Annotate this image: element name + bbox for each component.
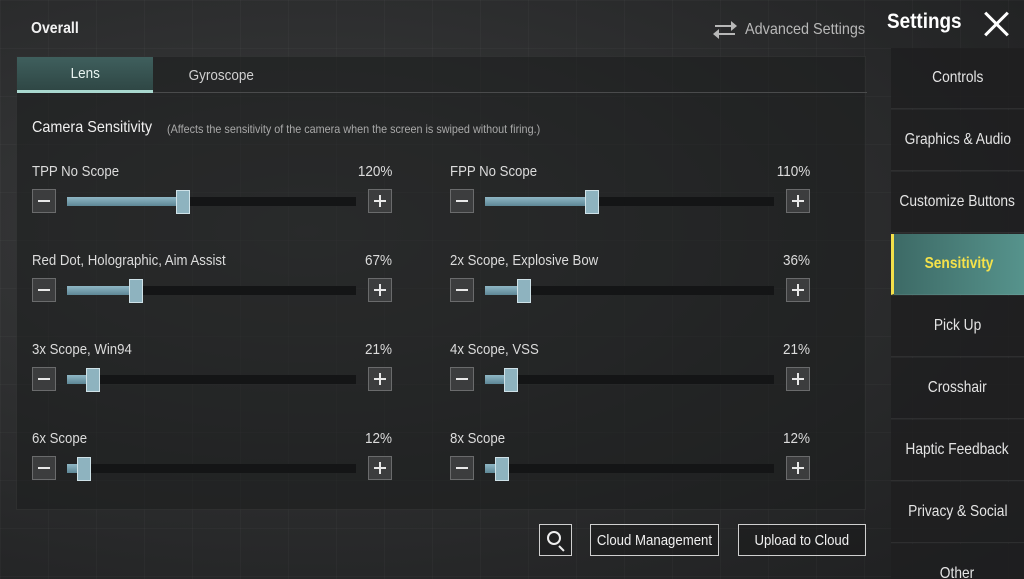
sensitivity-slider-row: 3x Scope, Win94 21% — [32, 341, 392, 401]
increase-button[interactable] — [368, 278, 392, 302]
cloud-management-label: Cloud Management — [596, 531, 713, 549]
decrease-button[interactable] — [32, 456, 56, 480]
slider-track[interactable] — [485, 190, 774, 214]
increase-button[interactable] — [786, 278, 810, 302]
settings-title: Settings — [887, 10, 962, 33]
overall-label: Overall — [31, 20, 79, 37]
cloud-management-button[interactable]: Cloud Management — [590, 524, 719, 556]
sidebar-item-label: Other — [940, 565, 975, 579]
close-icon[interactable] — [983, 10, 1011, 38]
slider-value: 21% — [364, 341, 392, 358]
slider-thumb[interactable] — [129, 279, 144, 303]
slider-value: 12% — [782, 430, 810, 447]
swap-arrows-icon — [713, 21, 737, 39]
slider-value: 36% — [782, 252, 810, 269]
sidebar-item-label: Crosshair — [928, 379, 987, 396]
slider-label: 4x Scope, VSS — [450, 341, 539, 358]
slider-thumb[interactable] — [77, 457, 92, 481]
slider-value: 120% — [357, 163, 392, 180]
increase-button[interactable] — [368, 367, 392, 391]
slider-label: 8x Scope — [450, 430, 506, 447]
slider-label: 2x Scope, Explosive Bow — [450, 252, 599, 269]
slider-label: 6x Scope — [32, 430, 88, 447]
sidebar-item-privacy-social[interactable]: Privacy & Social — [891, 482, 1024, 543]
sidebar-item-crosshair[interactable]: Crosshair — [891, 358, 1024, 419]
sidebar-item-controls[interactable]: Controls — [891, 48, 1024, 109]
tab-gyroscope[interactable]: Gyroscope — [153, 57, 289, 93]
advanced-settings-button[interactable]: Advanced Settings — [713, 21, 878, 39]
slider-thumb[interactable] — [584, 190, 599, 214]
slider-track[interactable] — [485, 279, 774, 303]
decrease-button[interactable] — [32, 278, 56, 302]
decrease-button[interactable] — [32, 189, 56, 213]
slider-fill — [485, 197, 592, 206]
decrease-button[interactable] — [450, 367, 474, 391]
slider-value: 21% — [782, 341, 810, 358]
slider-track[interactable] — [67, 279, 356, 303]
sidebar-item-label: Graphics & Audio — [904, 131, 1011, 148]
increase-button[interactable] — [786, 189, 810, 213]
search-icon-handle — [558, 545, 565, 552]
slider-track[interactable] — [67, 368, 356, 392]
decrease-button[interactable] — [450, 456, 474, 480]
sidebar-item-label: Controls — [931, 69, 984, 86]
sidebar-item-sensitivity[interactable]: Sensitivity — [891, 234, 1024, 295]
section-title: Camera Sensitivity — [32, 119, 153, 136]
slider-label: 3x Scope, Win94 — [32, 341, 132, 358]
sidebar-item-haptic-feedback[interactable]: Haptic Feedback — [891, 420, 1024, 481]
sidebar-item-label: Sensitivity — [924, 255, 994, 272]
increase-button[interactable] — [786, 367, 810, 391]
decrease-button[interactable] — [450, 278, 474, 302]
slider-fill — [67, 286, 137, 295]
slider-fill — [67, 197, 183, 206]
settings-sidebar: Controls Graphics & Audio Customize Button… — [891, 48, 1024, 579]
sidebar-item-graphics-audio[interactable]: Graphics & Audio — [891, 110, 1024, 171]
increase-button[interactable] — [368, 456, 392, 480]
slider-value: 67% — [364, 252, 392, 269]
sensitivity-slider-row: TPP No Scope 120% — [32, 163, 392, 223]
sensitivity-slider-row: FPP No Scope 110% — [450, 163, 810, 223]
slider-label: FPP No Scope — [450, 163, 538, 180]
slider-track[interactable] — [485, 457, 774, 481]
sidebar-item-label: Haptic Feedback — [905, 441, 1010, 458]
sensitivity-slider-row: 4x Scope, VSS 21% — [450, 341, 810, 401]
sensitivity-slider-row: 6x Scope 12% — [32, 430, 392, 490]
tab-bar: Lens Gyroscope — [17, 57, 867, 93]
slider-value: 110% — [776, 163, 810, 180]
sidebar-item-other[interactable]: Other — [891, 544, 1024, 579]
slider-label: Red Dot, Holographic, Aim Assist — [32, 252, 226, 269]
slider-track[interactable] — [485, 368, 774, 392]
sensitivity-panel: Lens Gyroscope Camera Sensitivity (Affec… — [16, 56, 867, 510]
sensitivity-slider-row: Red Dot, Holographic, Aim Assist 67% — [32, 252, 392, 312]
slider-thumb[interactable] — [517, 279, 531, 303]
sidebar-item-customize-buttons[interactable]: Customize Buttons — [891, 172, 1024, 233]
tab-lens[interactable]: Lens — [17, 57, 153, 93]
decrease-button[interactable] — [450, 189, 474, 213]
sidebar-item-pick-up[interactable]: Pick Up — [891, 296, 1024, 357]
slider-thumb[interactable] — [504, 368, 518, 392]
upload-to-cloud-label: Upload to Cloud — [754, 531, 850, 549]
tab-gyroscope-label: Gyroscope — [188, 66, 254, 84]
sidebar-item-label: Pick Up — [933, 317, 982, 334]
slider-track[interactable] — [67, 190, 356, 214]
slider-thumb[interactable] — [175, 190, 190, 214]
slider-value: 12% — [364, 430, 392, 447]
slider-label: TPP No Scope — [32, 163, 120, 180]
search-icon — [547, 531, 561, 545]
sensitivity-slider-row: 2x Scope, Explosive Bow 36% — [450, 252, 810, 312]
increase-button[interactable] — [368, 189, 392, 213]
tab-lens-label: Lens — [70, 65, 100, 82]
increase-button[interactable] — [786, 456, 810, 480]
search-button[interactable] — [539, 524, 572, 556]
sidebar-item-label: Customize Buttons — [899, 193, 1016, 210]
sidebar-item-label: Privacy & Social — [907, 503, 1008, 520]
slider-thumb[interactable] — [86, 368, 100, 392]
sensitivity-slider-row: 8x Scope 12% — [450, 430, 810, 490]
slider-track[interactable] — [67, 457, 356, 481]
decrease-button[interactable] — [32, 367, 56, 391]
slider-thumb[interactable] — [495, 457, 510, 481]
section-description: (Affects the sensitivity of the camera w… — [167, 122, 541, 136]
upload-to-cloud-button[interactable]: Upload to Cloud — [738, 524, 866, 556]
advanced-settings-label: Advanced Settings — [745, 21, 866, 38]
